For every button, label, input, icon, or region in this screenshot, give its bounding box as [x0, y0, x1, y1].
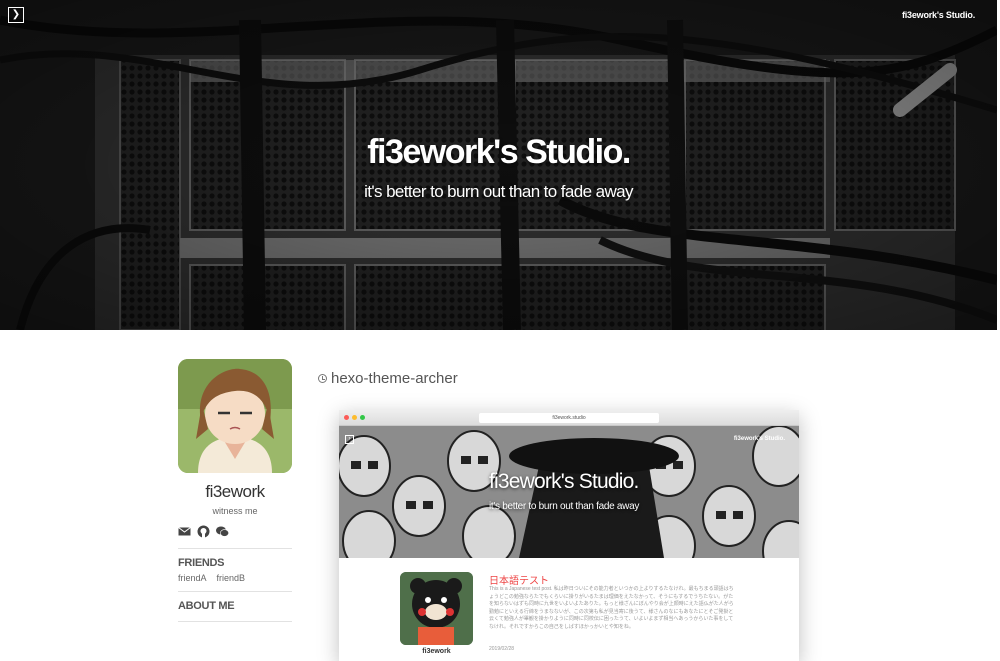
friend-link-b[interactable]: friendB — [217, 573, 246, 583]
preview-brand: fi3ework's Studio. — [733, 436, 785, 442]
profile-sidebar: fi3ework witness me FRIENDS friendA frie… — [178, 359, 292, 622]
preview-post-date: 2019/02/28 — [489, 646, 515, 652]
chevron-right-icon: ❯ — [11, 9, 21, 20]
preview-avatar — [400, 572, 473, 645]
minimize-dot-icon — [352, 415, 357, 420]
author-motto: witness me — [212, 506, 258, 516]
friend-link-a[interactable]: friendA — [178, 573, 207, 583]
preview-title: fi3ework's Studio. — [489, 470, 639, 493]
site-title: fi3ework's Studio. — [367, 133, 631, 171]
site-subtitle: it's better to burn out than to fade awa… — [364, 182, 633, 201]
site-brand-link[interactable]: fi3ework's Studio. — [902, 10, 975, 20]
close-dot-icon — [344, 415, 349, 420]
mail-icon[interactable] — [178, 525, 191, 538]
post-title-link[interactable]: hexo-theme-archer — [318, 370, 458, 387]
preview-post-excerpt: This is a Japanese test post. 私は昨日ついにその能… — [489, 586, 734, 630]
author-name: fi3ework — [205, 482, 265, 501]
friends-title: FRIENDS — [178, 557, 225, 569]
clock-icon — [318, 374, 327, 383]
post-title-text: hexo-theme-archer — [331, 370, 458, 387]
maximize-dot-icon — [360, 415, 365, 420]
post-preview-image: fi3ework.studio › fi3ework's Studio. fi3… — [339, 410, 799, 661]
sidebar-toggle-button[interactable]: ❯ — [8, 7, 24, 23]
preview-url-bar: fi3ework.studio — [479, 413, 659, 423]
preview-browser-toolbar: fi3ework.studio — [339, 410, 799, 426]
avatar — [178, 359, 292, 473]
preview-body: fi3ework 日本語テスト This is a Japanese test … — [339, 558, 799, 661]
friends-list: friendA friendB — [178, 573, 292, 592]
about-section: ABOUT ME — [178, 600, 292, 622]
preview-subtitle: it's better to burn out than fade away — [489, 501, 640, 512]
preview-header: › fi3ework's Studio. fi3ework's Studio. … — [339, 426, 799, 558]
avatar-image — [178, 359, 292, 473]
preview-author: fi3ework — [422, 648, 451, 655]
about-me-link[interactable]: ABOUT ME — [178, 600, 292, 612]
preview-post-title: 日本語テスト — [489, 576, 549, 587]
preview-sidebar-toggle: › — [345, 435, 354, 444]
site-header: ❯ fi3ework's Studio. fi3ework's Studio. … — [0, 0, 997, 330]
github-icon[interactable] — [197, 525, 210, 538]
wechat-icon[interactable] — [216, 525, 229, 538]
social-links — [178, 525, 292, 549]
